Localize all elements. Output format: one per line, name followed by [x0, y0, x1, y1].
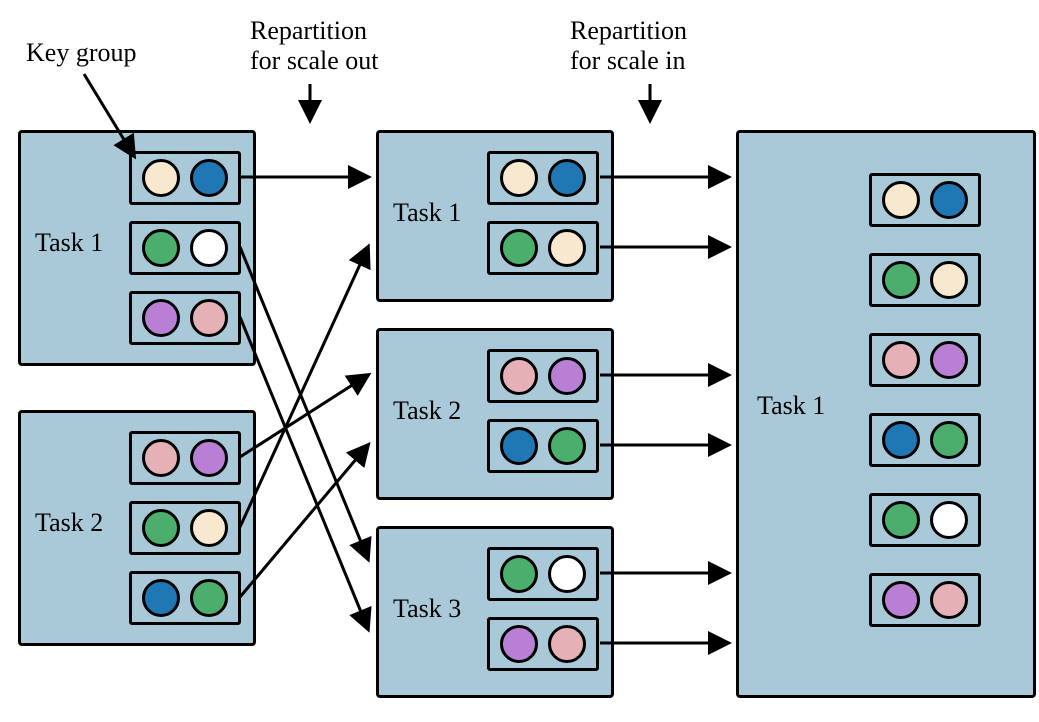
diagram-canvas: Key group Repartition for scale out Repa…: [10, 10, 1039, 712]
dot-icon: [548, 357, 586, 395]
keygroup: [487, 349, 599, 403]
keygroup: [869, 333, 981, 387]
dot-icon: [882, 261, 920, 299]
dot-icon: [500, 229, 538, 267]
keygroup: [487, 419, 599, 473]
left-task-2-box: Task 2: [18, 410, 256, 646]
keygroup: [487, 547, 599, 601]
keygroup: [129, 501, 241, 555]
mid-task-3-box: Task 3: [376, 526, 614, 698]
dot-icon: [142, 229, 180, 267]
mid-task-1-title: Task 1: [393, 198, 461, 228]
label-line1: Repartition: [250, 16, 367, 45]
dot-icon: [548, 159, 586, 197]
dot-icon: [548, 427, 586, 465]
label-line2: for scale in: [570, 46, 686, 75]
keygroup: [869, 413, 981, 467]
dot-icon: [142, 159, 180, 197]
dot-icon: [930, 341, 968, 379]
dot-icon: [500, 427, 538, 465]
dot-icon: [882, 341, 920, 379]
dot-icon: [548, 555, 586, 593]
left-task-1-title: Task 1: [35, 228, 103, 258]
keygroup: [869, 493, 981, 547]
dot-icon: [190, 579, 228, 617]
dot-icon: [500, 159, 538, 197]
keygroup: [869, 573, 981, 627]
dot-icon: [142, 509, 180, 547]
mid-task-1-box: Task 1: [376, 130, 614, 302]
label-line1: Repartition: [570, 16, 687, 45]
dot-icon: [548, 229, 586, 267]
dot-icon: [930, 421, 968, 459]
dot-icon: [190, 509, 228, 547]
label-line2: for scale out: [250, 46, 379, 75]
keygroup: [487, 617, 599, 671]
keygroup: [487, 151, 599, 205]
dot-icon: [500, 625, 538, 663]
dot-icon: [190, 159, 228, 197]
dot-icon: [142, 299, 180, 337]
dot-icon: [930, 501, 968, 539]
keygroup: [487, 221, 599, 275]
dot-icon: [930, 261, 968, 299]
right-task-1-box: Task 1: [736, 130, 1036, 698]
mid-task-2-title: Task 2: [393, 396, 461, 426]
keygroup: [129, 431, 241, 485]
dot-icon: [930, 581, 968, 619]
dot-icon: [190, 299, 228, 337]
dot-icon: [882, 501, 920, 539]
keygroup: [129, 291, 241, 345]
dot-icon: [930, 181, 968, 219]
dot-icon: [142, 439, 180, 477]
left-task-2-title: Task 2: [35, 508, 103, 538]
dot-icon: [882, 581, 920, 619]
keygroup: [869, 173, 981, 227]
label-repartition-in: Repartition for scale in: [570, 16, 687, 76]
dot-icon: [548, 625, 586, 663]
dot-icon: [882, 181, 920, 219]
dot-icon: [190, 229, 228, 267]
keygroup: [129, 151, 241, 205]
keygroup: [129, 221, 241, 275]
dot-icon: [500, 555, 538, 593]
keygroup: [869, 253, 981, 307]
dot-icon: [142, 579, 180, 617]
left-task-1-box: Task 1: [18, 130, 256, 366]
mid-task-3-title: Task 3: [393, 594, 461, 624]
dot-icon: [190, 439, 228, 477]
keygroup: [129, 571, 241, 625]
dot-icon: [500, 357, 538, 395]
label-key-group: Key group: [26, 38, 136, 68]
right-task-1-title: Task 1: [757, 391, 825, 421]
dot-icon: [882, 421, 920, 459]
label-repartition-out: Repartition for scale out: [250, 16, 379, 76]
mid-task-2-box: Task 2: [376, 328, 614, 500]
